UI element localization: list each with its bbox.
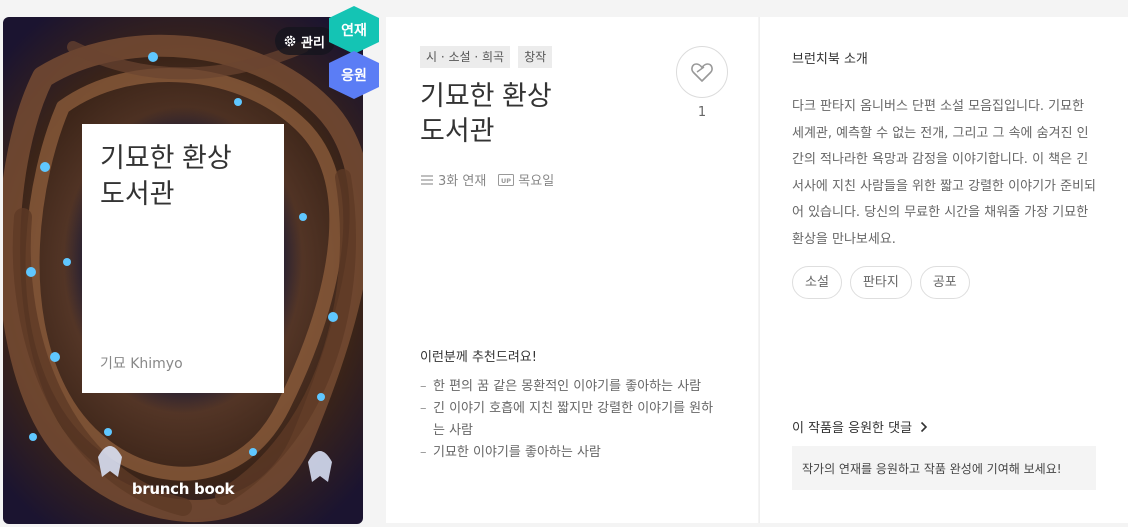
book-cover[interactable]: 기묘한 환상 도서관 기묘 Khimyo brunch book — [3, 17, 363, 524]
recommend-item: 한 편의 꿈 같은 몽환적인 이야기를 좋아하는 사람 — [420, 376, 720, 398]
book-info-panel: 시 · 소설 · 희곡 창작 기묘한 환상 도서관 1 3화 연재 UP 목요일… — [386, 17, 758, 523]
like-count: 1 — [697, 105, 707, 120]
book-title-line1: 기묘한 환상 — [420, 81, 552, 111]
genre-tags: 소설 판타지 공포 — [792, 266, 970, 299]
cover-title-card: 기묘한 환상 도서관 기묘 Khimyo — [82, 124, 284, 393]
book-intro-panel: 브런치북 소개 다크 판타지 옴니버스 단편 소설 모음집입니다. 기묘한 세계… — [759, 17, 1128, 523]
like-button[interactable] — [676, 46, 728, 98]
intro-text: 다크 판타지 옴니버스 단편 소설 모음집입니다. 기묘한 세계관, 예측할 수… — [792, 99, 1097, 247]
publish-day: 목요일 — [518, 174, 555, 189]
cover-author: 기묘 Khimyo — [100, 356, 183, 372]
svg-text:UP: UP — [501, 177, 511, 185]
category-tag[interactable]: 시 · 소설 · 희곡 — [420, 46, 511, 68]
cover-title-line1: 기묘한 환상 — [100, 143, 232, 173]
cover-title-line2: 도서관 — [100, 179, 175, 209]
up-badge-icon: UP — [498, 173, 515, 186]
gear-icon — [284, 35, 296, 47]
chevron-right-icon — [920, 421, 928, 432]
book-title: 기묘한 환상 도서관 — [420, 79, 552, 149]
intro-label: 브런치북 소개 — [792, 52, 868, 67]
manage-button[interactable]: 관리 — [275, 27, 335, 55]
recommend-list: 한 편의 꿈 같은 몽환적인 이야기를 좋아하는 사람 긴 이야기 호흡에 지친… — [420, 376, 720, 464]
category-tags: 시 · 소설 · 희곡 창작 — [420, 46, 553, 68]
support-comment-prompt[interactable]: 작가의 연재를 응원하고 작품 완성에 기여해 보세요! — [792, 446, 1096, 490]
genre-tag[interactable]: 소설 — [792, 266, 842, 299]
support-comments-link[interactable]: 이 작품을 응원한 댓글 — [792, 417, 928, 436]
cover-title: 기묘한 환상 도서관 — [100, 140, 266, 212]
category-tag[interactable]: 창작 — [518, 46, 553, 68]
recommend-title: 이런분께 추천드려요! — [420, 350, 537, 365]
book-title-line2: 도서관 — [420, 116, 495, 146]
genre-tag[interactable]: 공포 — [919, 266, 970, 299]
recommend-item: 기묘한 이야기를 좋아하는 사람 — [420, 442, 720, 464]
genre-tag[interactable]: 판타지 — [849, 266, 912, 299]
list-icon — [420, 174, 434, 186]
episode-count: 3화 연재 — [438, 174, 487, 189]
manage-label: 관리 — [301, 35, 325, 51]
recommend-item: 긴 이야기 호흡에 지친 짧지만 강렬한 이야기를 원하는 사람 — [420, 398, 720, 442]
brunch-book-logo: brunch book — [131, 480, 235, 498]
heart-outline-icon — [691, 63, 713, 82]
support-comments-label: 이 작품을 응원한 댓글 — [792, 421, 913, 436]
book-meta: 3화 연재 UP 목요일 — [420, 170, 554, 189]
